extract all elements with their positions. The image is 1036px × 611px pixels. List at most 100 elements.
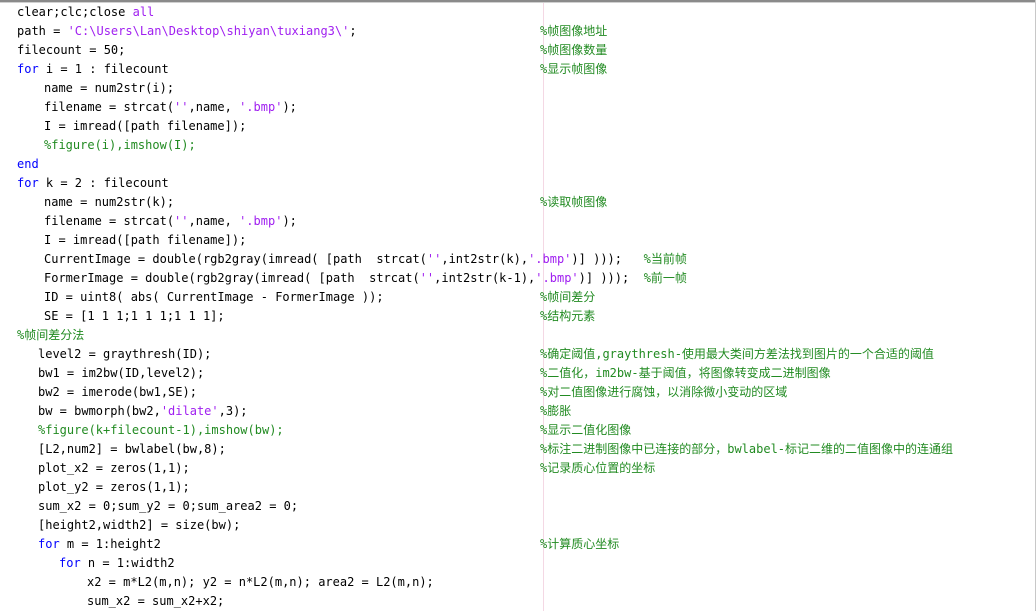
code-line[interactable]: bw1 = im2bw(ID,level2); %二值化，im2bw-基于阈值，将… (0, 364, 1034, 383)
line-comment: %标注二进制图像中已连接的部分，bwlabel-标记二维的二值图像中的连通组 (540, 442, 954, 456)
code-line[interactable]: [height2,width2] = size(bw); (0, 516, 1034, 535)
code-text: for k = 2 : filecount (17, 174, 169, 193)
code-line[interactable]: sum_x2 = 0;sum_y2 = 0;sum_area2 = 0; (0, 497, 1034, 516)
code-line[interactable]: path = 'C:\Users\Lan\Desktop\shiyan\tuxi… (0, 22, 1034, 41)
code-line[interactable]: [L2,num2] = bwlabel(bw,8); %标注二进制图像中已连接的部… (0, 440, 1034, 459)
keyword-token: for (17, 62, 39, 76)
code-text: [height2,width2] = size(bw); (38, 516, 240, 535)
code-line[interactable]: name = num2str(k); %读取帧图像 (0, 193, 1034, 212)
code-line[interactable]: I = imread([path filename]); (0, 117, 1034, 136)
code-text: [L2,num2] = bwlabel(bw,8); (38, 440, 226, 459)
code-text: filecount = 50; (17, 41, 125, 60)
code-line[interactable]: level2 = graythresh(ID); %确定阈值,graythresh… (0, 345, 1034, 364)
code-line[interactable]: filename = strcat('',name, '.bmp'); (0, 98, 1034, 117)
code-line[interactable]: name = num2str(i); (0, 79, 1034, 98)
code-line[interactable]: %帧间差分法 (0, 326, 1034, 345)
code-text: CurrentImage = double(rgb2gray(imread( [… (44, 250, 687, 269)
code-text: I = imread([path filename]); (44, 231, 246, 250)
code-line[interactable]: SE = [1 1 1;1 1 1;1 1 1]; %结构元素 (0, 307, 1034, 326)
code-text: level2 = graythresh(ID); (38, 345, 211, 364)
code-token: path = (17, 24, 68, 38)
code-text: filename = strcat('',name, '.bmp'); (44, 98, 297, 117)
code-line[interactable]: plot_y2 = zeros(1,1); (0, 478, 1034, 497)
code-token: clear;clc;close (17, 5, 133, 19)
string-token: '' (174, 214, 189, 228)
code-line[interactable]: %figure(i),imshow(I); (0, 136, 1034, 155)
line-comment: %帧间差分 (540, 290, 596, 304)
code-line[interactable]: bw = bwmorph(bw2,'dilate',3); %膨胀 (0, 402, 1034, 421)
line-comment: %膨胀 (540, 404, 572, 418)
code-line[interactable]: end (0, 155, 1034, 174)
line-comment: %确定阈值,graythresh-使用最大类间方差法找到图片的一个合适的阈值 (540, 347, 934, 361)
code-token: )] ))); (571, 252, 644, 266)
code-text: name = num2str(i); (44, 79, 174, 98)
code-line[interactable]: x2 = m*L2(m,n); y2 = n*L2(m,n); area2 = … (0, 573, 1034, 592)
code-text: bw2 = imerode(bw1,SE); (38, 383, 197, 402)
code-line[interactable]: FormerImage = double(rgb2gray(imread( [p… (0, 269, 1034, 288)
code-editor[interactable]: clear;clc;close all path = 'C:\Users\Lan\… (0, 3, 1034, 611)
code-token: name = num2str(k); (44, 195, 175, 209)
code-line[interactable]: for n = 1:width2 (0, 554, 1034, 573)
code-text: name = num2str(k); (44, 193, 174, 212)
line-comment: %记录质心位置的坐标 (540, 461, 656, 475)
code-token: I = imread([path filename]); (44, 119, 247, 133)
line-comment: %计算质心坐标 (540, 537, 620, 551)
line-comment: %读取帧图像 (540, 195, 608, 209)
code-text: for n = 1:width2 (59, 554, 175, 573)
code-line[interactable]: for m = 1:height2 %计算质心坐标 (0, 535, 1034, 554)
code-text: I = imread([path filename]); (44, 117, 246, 136)
code-token: n = 1:width2 (80, 556, 175, 570)
code-text: ID = uint8( abs( CurrentImage - FormerIm… (44, 288, 384, 307)
code-token: SE = [1 1 1;1 1 1;1 1 1]; (44, 309, 225, 323)
code-line[interactable]: bw2 = imerode(bw1,SE); %对二值图像进行腐蚀，以消除微小变动… (0, 383, 1034, 402)
code-text: clear;clc;close all (17, 3, 154, 22)
code-token: sum_x2 = sum_x2+x2; (87, 594, 225, 608)
string-token: 'dilate' (160, 404, 219, 418)
code-token: level2 = graythresh(ID); (38, 347, 212, 361)
line-comment: %帧图像地址 (540, 24, 608, 38)
code-line[interactable]: filename = strcat('',name, '.bmp'); (0, 212, 1034, 231)
line-comment: %帧图像数量 (540, 43, 608, 57)
code-token: filename = strcat( (44, 100, 175, 114)
code-token: ); (282, 100, 297, 114)
string-token: '.bmp' (239, 214, 283, 228)
code-line[interactable]: CurrentImage = double(rgb2gray(imread( [… (0, 250, 1034, 269)
line-comment: %对二值图像进行腐蚀，以消除微小变动的区域 (540, 385, 788, 399)
code-token: FormerImage = double(rgb2gray(imread( [p… (44, 271, 420, 285)
keyword-token: for (38, 537, 60, 551)
comment-token: %当前帧 (643, 252, 687, 266)
code-text: bw1 = im2bw(ID,level2); (38, 364, 204, 383)
code-token: plot_x2 = zeros(1,1); (38, 461, 190, 475)
code-token: )] ))); (578, 271, 644, 285)
code-text: x2 = m*L2(m,n); y2 = n*L2(m,n); area2 = … (87, 573, 434, 592)
code-token: [L2,num2] = bwlabel(bw,8); (38, 442, 226, 456)
code-line[interactable]: for k = 2 : filecount (0, 174, 1034, 193)
code-line[interactable]: clear;clc;close all (0, 3, 1034, 22)
code-token: filecount = 50; (17, 43, 126, 57)
code-token: m = 1:height2 (59, 537, 161, 551)
code-text: filename = strcat('',name, '.bmp'); (44, 212, 297, 231)
code-text: sum_x2 = sum_x2+x2; (87, 592, 224, 611)
code-line[interactable]: sum_x2 = sum_x2+x2; (0, 592, 1034, 611)
code-line[interactable]: plot_x2 = zeros(1,1); %记录质心位置的坐标 (0, 459, 1034, 478)
line-comment: %结构元素 (540, 309, 596, 323)
string-token: '.bmp' (239, 100, 283, 114)
code-line[interactable]: ID = uint8( abs( CurrentImage - FormerIm… (0, 288, 1034, 307)
code-token: i = 1 : filecount (38, 62, 169, 76)
keyword-token: for (59, 556, 81, 570)
code-token: x2 = m*L2(m,n); y2 = n*L2(m,n); area2 = … (87, 575, 434, 589)
code-line[interactable]: for i = 1 : filecount %显示帧图像 (0, 60, 1034, 79)
code-line[interactable]: %figure(k+filecount-1),imshow(bw); %显示二值化… (0, 421, 1034, 440)
code-line[interactable]: filecount = 50; %帧图像数量 (0, 41, 1034, 60)
code-token: ,3); (218, 404, 248, 418)
code-text: for i = 1 : filecount (17, 60, 169, 79)
code-token: ID = uint8( abs( CurrentImage - FormerIm… (44, 290, 384, 304)
string-token: '' (174, 100, 189, 114)
code-token: I = imread([path filename]); (44, 233, 247, 247)
keyword-token: end (17, 157, 39, 171)
line-comment: %二值化，im2bw-基于阈值，将图像转变成二进制图像 (540, 366, 831, 380)
code-line[interactable]: I = imread([path filename]); (0, 231, 1034, 250)
code-text: SE = [1 1 1;1 1 1;1 1 1]; (44, 307, 225, 326)
code-token: bw1 = im2bw(ID,level2); (38, 366, 205, 380)
comment-token: %前一帧 (643, 271, 687, 285)
